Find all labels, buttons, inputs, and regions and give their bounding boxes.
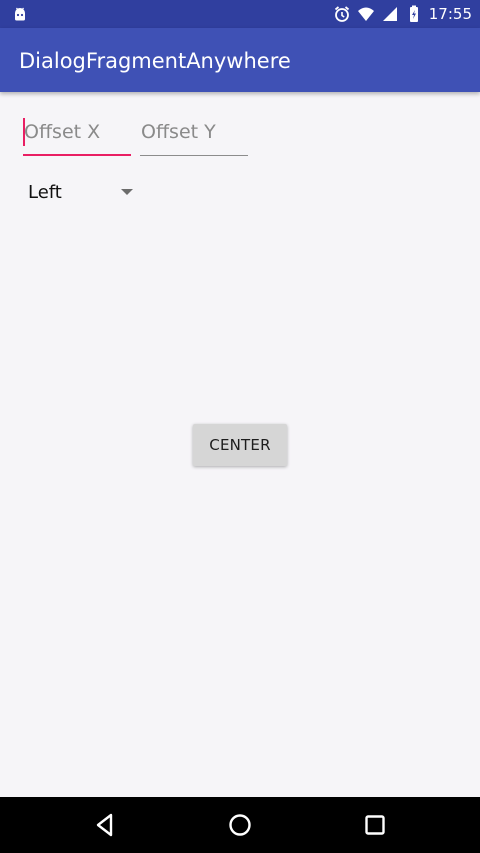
screen: 17:55 DialogFragmentAnywhere Left CENTER: [0, 0, 480, 853]
back-button[interactable]: [89, 809, 121, 841]
offset-x-input[interactable]: [23, 116, 132, 148]
battery-charging-icon: [409, 5, 418, 22]
offset-x-field[interactable]: [23, 116, 132, 156]
app-bar: DialogFragmentAnywhere: [0, 28, 480, 92]
main-content: Left CENTER: [0, 92, 480, 797]
gravity-spinner-value: Left: [28, 182, 62, 203]
offset-y-field[interactable]: [140, 116, 249, 156]
offset-y-underline: [140, 155, 248, 156]
home-icon: [229, 814, 251, 836]
status-time: 17:55: [428, 5, 472, 23]
home-button[interactable]: [224, 809, 256, 841]
back-icon: [96, 813, 113, 837]
wifi-icon: [357, 7, 374, 21]
center-button[interactable]: CENTER: [193, 424, 287, 466]
status-bar: 17:55: [0, 0, 480, 28]
dropdown-arrow-icon: [121, 189, 133, 195]
alarm-icon: [334, 6, 349, 22]
status-icons: 17:55: [333, 4, 472, 24]
app-title: DialogFragmentAnywhere: [19, 49, 291, 73]
navigation-bar: [0, 797, 480, 853]
offset-x-underline: [23, 154, 131, 156]
recents-icon: [365, 815, 385, 835]
text-cursor: [23, 118, 25, 146]
gravity-spinner[interactable]: Left: [28, 176, 140, 212]
offset-y-input[interactable]: [140, 116, 249, 148]
android-notification-icon: [15, 7, 25, 21]
signal-icon: [382, 7, 397, 21]
recents-button[interactable]: [359, 809, 391, 841]
